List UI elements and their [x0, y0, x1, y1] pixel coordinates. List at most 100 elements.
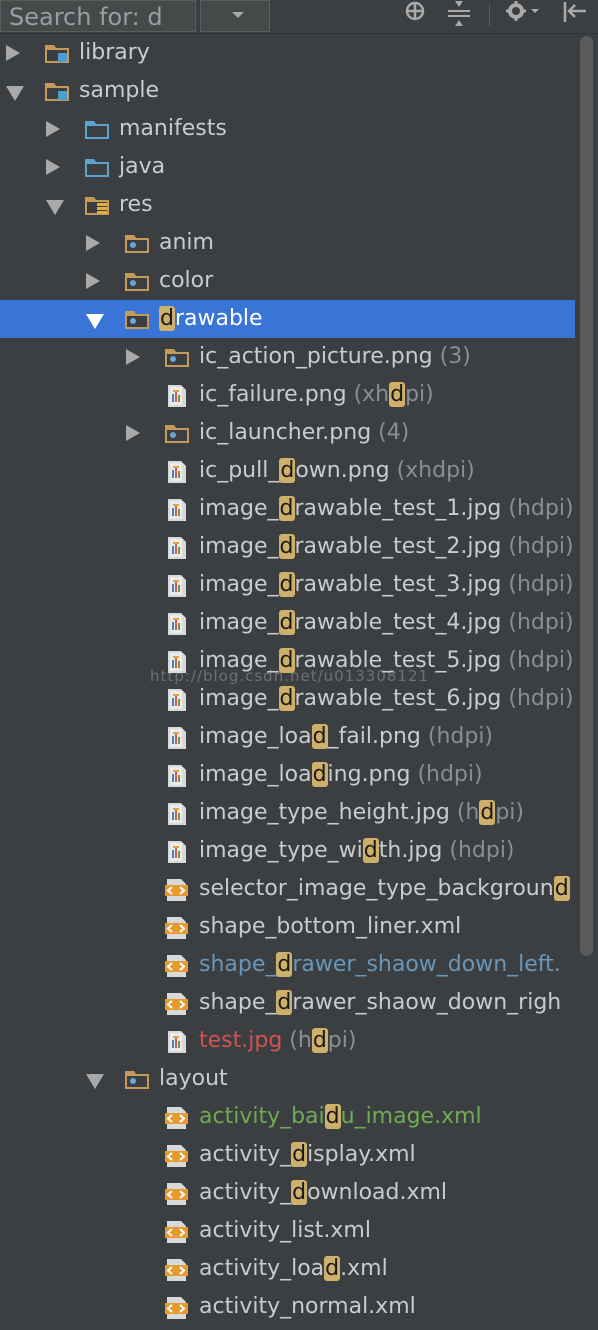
hide-panel-icon[interactable] [560, 0, 590, 32]
search-match-highlight: d [278, 534, 295, 559]
source-folder-icon [84, 118, 110, 140]
tree-node-label: image_drawable_test_1.jpg (hdpi) [199, 490, 574, 528]
package-folder-icon [124, 270, 150, 292]
tree-node-label: java [119, 148, 165, 186]
search-match-highlight: d [324, 1104, 341, 1129]
file-qualifier: (hdpi) [508, 648, 574, 673]
project-toolbar: Search for: d [0, 0, 598, 34]
label-text: image_loa [199, 762, 312, 787]
image-file-icon [164, 1030, 190, 1053]
tree-node-label: sample [79, 72, 159, 110]
expand-arrow-down-icon[interactable] [86, 314, 104, 329]
tree-node[interactable]: image_drawable_test_2.jpg (hdpi) [0, 528, 575, 566]
expand-arrow-right-icon[interactable] [46, 159, 60, 175]
search-text: Search for: d [9, 3, 163, 31]
tree-node[interactable]: drawable [0, 300, 575, 338]
label-text: shape_bottom_liner.xml [199, 914, 462, 939]
tree-node-label: shape_drawer_shaow_down_left. [199, 946, 561, 984]
tree-node[interactable]: image_loading.png (hdpi) [0, 756, 575, 794]
package-folder-icon [124, 232, 150, 254]
search-field[interactable]: Search for: d [0, 0, 196, 32]
expand-arrow-down-icon[interactable] [6, 86, 24, 101]
tree-node[interactable]: test.jpg (hdpi) [0, 1022, 575, 1060]
label-text: activity_normal.xml [199, 1294, 416, 1319]
xml-file-icon [164, 1182, 190, 1205]
expand-arrow-down-icon[interactable] [86, 1074, 104, 1089]
image-file-icon [164, 384, 190, 407]
tree-node-label: activity_baidu_image.xml [199, 1098, 482, 1136]
tree-node[interactable]: image_drawable_test_1.jpg (hdpi) [0, 490, 575, 528]
tree-node-label: activity_display.xml [199, 1136, 416, 1174]
file-qualifier: (hdpi) [508, 686, 574, 711]
tree-node[interactable]: ic_action_picture.png (3) [0, 338, 575, 376]
search-match-highlight: d [279, 458, 296, 483]
tree-node[interactable]: library [0, 34, 575, 72]
tree-node[interactable]: activity_baidu_image.xml [0, 1098, 575, 1136]
tree-node-label: image_drawable_test_2.jpg (hdpi) [199, 528, 574, 566]
tree-node[interactable]: java [0, 148, 575, 186]
tree-node[interactable]: layout [0, 1060, 575, 1098]
tree-node-label: library [79, 34, 150, 72]
expand-arrow-right-icon[interactable] [86, 235, 100, 251]
xml-file-icon [164, 1258, 190, 1281]
label-text: image_ [199, 572, 279, 597]
tree-node-label: selector_image_type_background [199, 870, 570, 908]
expand-arrow-right-icon[interactable] [46, 121, 60, 137]
tree-node[interactable]: activity_load.xml [0, 1250, 575, 1288]
package-folder-icon [164, 346, 190, 368]
tree-node-label: res [119, 186, 153, 224]
label-text: rawable [174, 306, 263, 331]
label-text: activity_ [199, 1142, 292, 1167]
image-file-icon [164, 574, 190, 597]
tree-node[interactable]: ic_launcher.png (4) [0, 414, 575, 452]
label-text: java [119, 154, 166, 179]
view-selector-dropdown[interactable] [200, 0, 270, 32]
expand-arrow-right-icon[interactable] [6, 45, 20, 61]
tree-node[interactable]: image_drawable_test_4.jpg (hdpi) [0, 604, 575, 642]
tree-node[interactable]: sample [0, 72, 575, 110]
tree-node[interactable]: shape_bottom_liner.xml [0, 908, 575, 946]
tree-node[interactable]: activity_list.xml [0, 1212, 575, 1250]
expand-arrow-right-icon[interactable] [86, 273, 100, 289]
tree-node[interactable]: manifests [0, 110, 575, 148]
label-text: own.png [295, 458, 397, 483]
gear-icon[interactable] [503, 0, 543, 32]
tree-node[interactable]: image_load_fail.png (hdpi) [0, 718, 575, 756]
label-text: test.jpg [199, 1028, 290, 1053]
tree-node[interactable]: activity_download.xml [0, 1174, 575, 1212]
tree-node[interactable]: color [0, 262, 575, 300]
tree-node[interactable]: selector_image_type_background [0, 870, 575, 908]
tree-node[interactable]: res [0, 186, 575, 224]
label-text: image_ [199, 686, 279, 711]
tree-node[interactable]: image_type_height.jpg (hdpi) [0, 794, 575, 832]
tree-node[interactable]: anim [0, 224, 575, 262]
image-file-icon [164, 688, 190, 711]
file-qualifier: (hdpi) [427, 724, 494, 749]
tree-node-label: color [159, 262, 213, 300]
tree-node[interactable]: image_drawable_test_6.jpg (hdpi) [0, 680, 575, 718]
expand-arrow-right-icon[interactable] [126, 349, 140, 365]
file-qualifier: (3) [439, 344, 471, 369]
expand-arrow-right-icon[interactable] [126, 425, 140, 441]
tree-node[interactable]: ic_failure.png (xhdpi) [0, 376, 575, 414]
xml-file-icon [164, 1106, 190, 1129]
label-text: anim [159, 230, 214, 255]
tree-node[interactable]: activity_display.xml [0, 1136, 575, 1174]
tree-node[interactable]: ic_pull_down.png (xhdpi) [0, 452, 575, 490]
tree-node[interactable]: shape_drawer_shaow_down_righ [0, 984, 575, 1022]
collapse-all-icon[interactable] [444, 0, 474, 32]
package-folder-icon [124, 1068, 150, 1090]
label-text: ic_action_picture.png [199, 344, 440, 369]
label-text: ic_pull_ [199, 458, 280, 483]
tree-node[interactable]: activity_normal.xml [0, 1288, 575, 1326]
image-file-icon [164, 612, 190, 635]
tree-node[interactable]: image_drawable_test_3.jpg (hdpi) [0, 566, 575, 604]
tree-node[interactable]: shape_drawer_shaow_down_left. [0, 946, 575, 984]
label-text: activity_loa [199, 1256, 325, 1281]
locate-icon[interactable] [400, 0, 430, 32]
tree-node[interactable]: image_type_width.jpg (hdpi) [0, 832, 575, 870]
search-match-highlight: d [362, 838, 379, 863]
expand-arrow-down-icon[interactable] [46, 200, 64, 215]
search-match-highlight: d [311, 1028, 328, 1053]
scrollbar-thumb[interactable] [580, 36, 593, 956]
